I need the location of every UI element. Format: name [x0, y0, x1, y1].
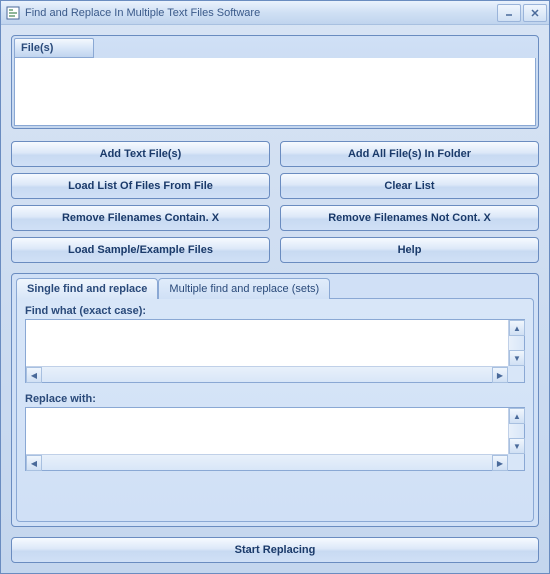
add-text-files-button[interactable]: Add Text File(s): [11, 141, 270, 167]
window-title: Find and Replace In Multiple Text Files …: [25, 7, 497, 19]
tab-content-single: Find what (exact case): ▲ ▼ ◀ ▶ Replace …: [16, 298, 534, 522]
find-what-label: Find what (exact case):: [25, 305, 525, 317]
files-list[interactable]: [14, 58, 536, 126]
load-sample-files-button[interactable]: Load Sample/Example Files: [11, 237, 270, 263]
load-list-from-file-button[interactable]: Load List Of Files From File: [11, 173, 270, 199]
tabs-header: Single find and replace Multiple find an…: [16, 278, 534, 299]
scroll-right-icon[interactable]: ▶: [492, 367, 508, 383]
scroll-left-icon[interactable]: ◀: [26, 455, 42, 471]
minimize-button[interactable]: [497, 4, 521, 22]
replace-with-wrap: ▲ ▼ ◀ ▶: [25, 407, 525, 471]
files-panel: File(s): [11, 35, 539, 129]
files-column-header[interactable]: File(s): [14, 38, 94, 58]
titlebar: Find and Replace In Multiple Text Files …: [1, 1, 549, 25]
scroll-down-icon[interactable]: ▼: [509, 350, 525, 366]
add-all-files-in-folder-button[interactable]: Add All File(s) In Folder: [280, 141, 539, 167]
help-button[interactable]: Help: [280, 237, 539, 263]
app-icon: [5, 5, 21, 21]
scrollbar-horizontal[interactable]: ◀ ▶: [26, 366, 508, 382]
close-button[interactable]: [523, 4, 547, 22]
scroll-right-icon[interactable]: ▶: [492, 455, 508, 471]
replace-with-label: Replace with:: [25, 393, 525, 405]
content-area: File(s) Add Text File(s) Add All File(s)…: [1, 25, 549, 573]
find-what-wrap: ▲ ▼ ◀ ▶: [25, 319, 525, 383]
scroll-up-icon[interactable]: ▲: [509, 408, 525, 424]
start-replacing-button[interactable]: Start Replacing: [11, 537, 539, 563]
scroll-corner: [508, 366, 524, 382]
tabs-panel: Single find and replace Multiple find an…: [11, 273, 539, 527]
app-window: Find and Replace In Multiple Text Files …: [0, 0, 550, 574]
tab-single-find-replace[interactable]: Single find and replace: [16, 278, 158, 299]
scrollbar-vertical[interactable]: ▲ ▼: [508, 408, 524, 454]
scroll-corner: [508, 454, 524, 470]
scrollbar-vertical[interactable]: ▲ ▼: [508, 320, 524, 366]
remove-filenames-contain-button[interactable]: Remove Filenames Contain. X: [11, 205, 270, 231]
clear-list-button[interactable]: Clear List: [280, 173, 539, 199]
replace-with-input[interactable]: [26, 408, 508, 454]
button-grid: Add Text File(s) Add All File(s) In Fold…: [11, 141, 539, 263]
remove-filenames-not-contain-button[interactable]: Remove Filenames Not Cont. X: [280, 205, 539, 231]
scrollbar-horizontal[interactable]: ◀ ▶: [26, 454, 508, 470]
scroll-up-icon[interactable]: ▲: [509, 320, 525, 336]
scroll-down-icon[interactable]: ▼: [509, 438, 525, 454]
window-controls: [497, 4, 547, 22]
scroll-left-icon[interactable]: ◀: [26, 367, 42, 383]
tab-multiple-find-replace[interactable]: Multiple find and replace (sets): [158, 278, 330, 299]
find-what-input[interactable]: [26, 320, 508, 366]
